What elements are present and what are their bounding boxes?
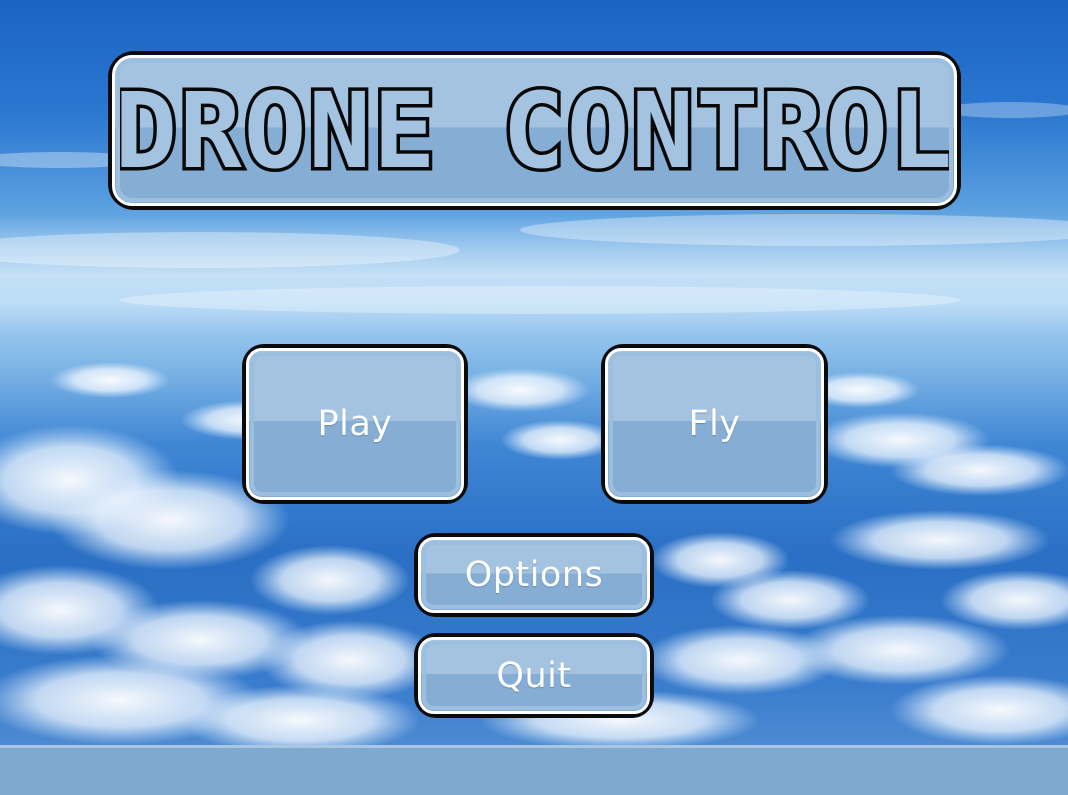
game-title: DRONE CONTROL: [114, 69, 955, 192]
fly-button-label: Fly: [688, 404, 741, 444]
play-button[interactable]: Play: [242, 344, 468, 504]
quit-button-label: Quit: [496, 655, 572, 696]
options-button-label: Options: [464, 555, 604, 595]
bottom-bar: [0, 745, 1068, 795]
quit-button[interactable]: Quit: [414, 633, 654, 718]
options-button-face[interactable]: Options: [418, 537, 650, 613]
options-button[interactable]: Options: [414, 533, 654, 617]
title-banner: DRONE CONTROL: [108, 51, 961, 210]
title-banner-face: DRONE CONTROL: [112, 55, 957, 206]
play-button-face[interactable]: Play: [246, 348, 464, 500]
fly-button[interactable]: Fly: [601, 344, 828, 504]
play-button-label: Play: [317, 404, 393, 444]
quit-button-face[interactable]: Quit: [418, 637, 650, 714]
fly-button-face[interactable]: Fly: [605, 348, 824, 500]
main-menu-screen: DRONE CONTROL Play Fly Options Quit: [0, 0, 1068, 795]
